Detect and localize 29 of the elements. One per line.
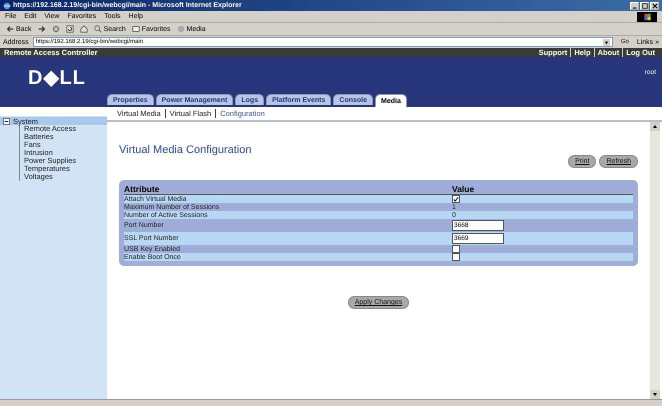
checkbox[interactable]: [452, 195, 460, 203]
minimize-button[interactable]: [630, 2, 639, 10]
globe-icon: [3, 2, 11, 10]
dropdown-arrow-icon[interactable]: [602, 38, 610, 46]
scrollbar[interactable]: [650, 122, 660, 399]
forward-arrow-icon: [38, 25, 46, 33]
toolbar-button[interactable]: [64, 25, 76, 33]
stop-icon: [52, 25, 60, 33]
page-title: Virtual Media Configuration: [119, 144, 252, 156]
refresh-icon: [66, 25, 74, 33]
column-header: Value: [452, 184, 474, 194]
close-icon: [652, 2, 658, 8]
checkbox[interactable]: [452, 245, 460, 253]
toolbar-button[interactable]: [78, 25, 90, 33]
collapse-icon[interactable]: [3, 118, 10, 124]
scroll-down-icon[interactable]: [650, 390, 660, 399]
column-header: Attribute: [124, 184, 160, 194]
logo: D◆LL: [28, 66, 86, 90]
windows-logo-icon: [637, 12, 657, 22]
back-arrow-icon: [6, 25, 14, 33]
home-icon: [80, 25, 88, 33]
maximize-button[interactable]: [640, 2, 649, 10]
scroll-up-icon[interactable]: [650, 122, 660, 131]
search-icon: [94, 25, 102, 33]
close-button[interactable]: [650, 2, 659, 10]
checkbox[interactable]: [452, 253, 460, 261]
maximize-icon: [642, 2, 648, 8]
disc-icon: [176, 25, 185, 33]
folder-icon: [132, 25, 140, 33]
